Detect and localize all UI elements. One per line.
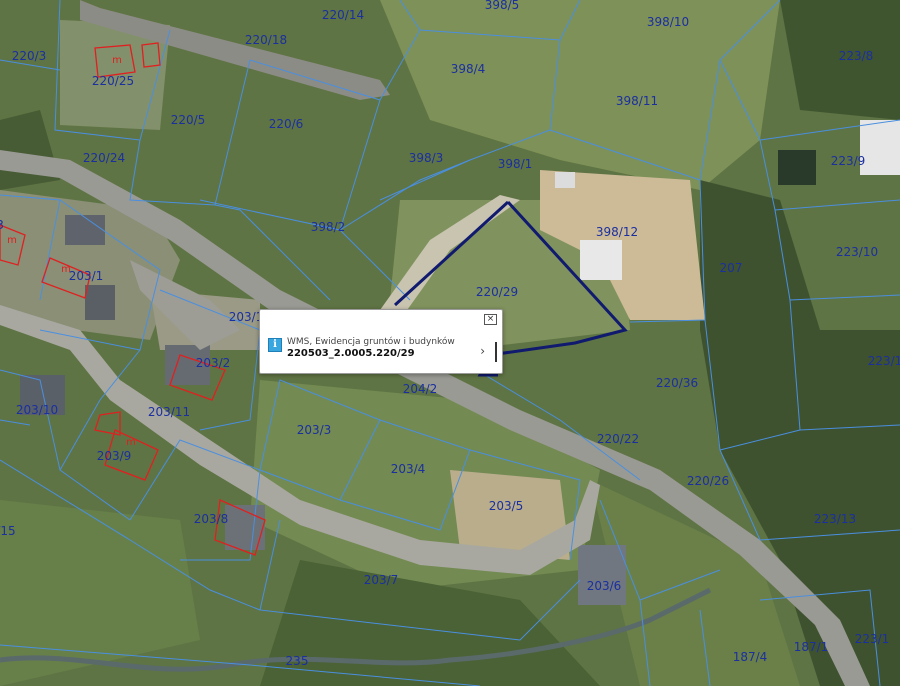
parcel-label: 220/5 bbox=[171, 113, 206, 127]
parcel-label: 235 bbox=[286, 654, 309, 668]
parcel-label: 203/7 bbox=[364, 573, 399, 587]
parcel-label: 203/6 bbox=[587, 579, 622, 593]
popup-scrollbar[interactable] bbox=[495, 342, 497, 362]
parcel-label: 398/12 bbox=[596, 225, 638, 239]
parcel-label: 398/3 bbox=[409, 151, 444, 165]
parcel-label: 223/9 bbox=[831, 154, 866, 168]
parcel-label: 223/13 bbox=[814, 512, 856, 526]
parcel-label: 223/10 bbox=[836, 245, 878, 259]
feature-info-popup[interactable]: × i WMS, Ewidencja gruntów i budynków 22… bbox=[259, 309, 503, 374]
pond bbox=[778, 150, 816, 185]
parcel-label: 203/3 bbox=[297, 423, 332, 437]
parcel-label: 398/5 bbox=[485, 0, 520, 12]
parcel-label: 398/1 bbox=[498, 157, 533, 171]
building-mark: m bbox=[61, 264, 71, 275]
building-roof bbox=[65, 215, 105, 245]
parcel-label: 398/11 bbox=[616, 94, 658, 108]
parcel-label: 187/1 bbox=[794, 640, 829, 654]
parcel-label: 398/10 bbox=[647, 15, 689, 29]
parcel-label: 203/2 bbox=[196, 356, 231, 370]
parcel-label: 204/2 bbox=[403, 382, 438, 396]
parcel-label: 203/8 bbox=[194, 512, 229, 526]
parcel-label: 187/4 bbox=[733, 650, 768, 664]
parcel-label: 220/14 bbox=[322, 8, 364, 22]
parcel-label: 223/1 bbox=[868, 354, 900, 368]
building-mark: m bbox=[7, 235, 17, 246]
parcel-label: 220/3 bbox=[12, 49, 47, 63]
parcel-label: 220/6 bbox=[269, 117, 304, 131]
parcel-label: 220/26 bbox=[687, 474, 729, 488]
parcel-label: 203/10 bbox=[16, 403, 58, 417]
parcel-label: 220/36 bbox=[656, 376, 698, 390]
parcel-label: 398/2 bbox=[311, 220, 346, 234]
parcel-label: 203/5 bbox=[489, 499, 524, 513]
building-roof bbox=[85, 285, 115, 320]
building-roof bbox=[578, 545, 626, 605]
building-roof bbox=[555, 172, 575, 188]
parcel-label: 223/8 bbox=[839, 49, 874, 63]
close-popup-button[interactable]: × bbox=[484, 314, 497, 325]
parcel-label: 203/9 bbox=[97, 449, 132, 463]
building-mark: m bbox=[112, 55, 122, 66]
parcel-label: 220/24 bbox=[83, 151, 125, 165]
parcel-label: 220/18 bbox=[245, 33, 287, 47]
parcel-label: 220/25 bbox=[92, 74, 134, 88]
parcel-label: /15 bbox=[0, 524, 16, 538]
expand-details-chevron-icon[interactable]: › bbox=[480, 344, 485, 358]
building-mark: m bbox=[126, 437, 136, 448]
building-roof bbox=[580, 240, 622, 280]
parcel-label: 220/22 bbox=[597, 432, 639, 446]
parcel-label: 398/4 bbox=[451, 62, 486, 76]
parcel-label: 203/11 bbox=[148, 405, 190, 419]
parcel-label: 3 bbox=[0, 218, 4, 232]
parcel-label: 223/1 bbox=[855, 632, 890, 646]
parcel-id-label: 220503_2.0005.220/29 bbox=[287, 348, 415, 359]
building-roof bbox=[860, 120, 900, 175]
layer-name-label: WMS, Ewidencja gruntów i budynków bbox=[287, 337, 455, 347]
parcel-label: 203/1 bbox=[69, 269, 104, 283]
parcel-label: 207 bbox=[720, 261, 743, 275]
parcel-label: 220/29 bbox=[476, 285, 518, 299]
parcel-label: 203/4 bbox=[391, 462, 426, 476]
info-icon: i bbox=[268, 338, 282, 352]
